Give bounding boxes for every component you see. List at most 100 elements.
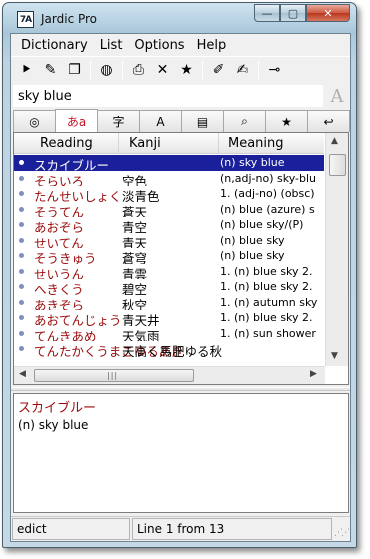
notes-icon[interactable]: ✐: [207, 59, 230, 81]
globe-icon[interactable]: ◍: [95, 59, 118, 81]
print-icon[interactable]: ⎙: [127, 59, 150, 81]
cell-meaning: 1. (adj-no) (obsc): [220, 187, 315, 200]
bullet-icon: [19, 222, 24, 227]
cell-meaning: (n,adj-no) sky-blu: [220, 171, 317, 185]
column-meaning[interactable]: Meaning: [228, 136, 284, 151]
minimize-button[interactable]: —: [254, 4, 280, 22]
bookmark-icon[interactable]: ⯈: [15, 59, 38, 81]
menu-list[interactable]: List: [94, 38, 129, 53]
splitter[interactable]: [11, 387, 350, 391]
column-reading[interactable]: Reading: [40, 136, 93, 151]
cell-reading: へきくう: [34, 282, 84, 295]
brush-icon[interactable]: ✎: [39, 59, 62, 81]
table-row[interactable]: たんせいしょく 淡青色 1. (adj-no) (obsc): [14, 186, 324, 202]
font-icon[interactable]: A: [327, 86, 347, 107]
toolbar-separator: [202, 60, 203, 79]
cell-reading: あきぞら: [34, 297, 85, 311]
cell-kanji: 青空: [122, 220, 148, 233]
menu-options[interactable]: Options: [128, 38, 190, 53]
delete-icon[interactable]: ✕: [151, 59, 174, 81]
table-row[interactable]: あおてんじょう 青天井 1. (n) blue sky 2.: [14, 310, 324, 326]
list-header: Reading Kanji Meaning: [14, 133, 324, 154]
table-row[interactable]: てんきあめ 天気雨 1. (n) sun shower: [14, 326, 324, 342]
status-position: Line 1 from 13: [132, 518, 332, 540]
bullet-icon: [19, 346, 24, 351]
tab-document[interactable]: ▤: [181, 110, 224, 132]
copy-icon[interactable]: ❐: [63, 59, 86, 81]
menu-dictionary[interactable]: Dictionary: [15, 38, 94, 53]
horizontal-scroll-thumb[interactable]: |||: [34, 369, 194, 382]
detail-pane: スカイブルー (n) sky blue: [13, 393, 349, 513]
status-dictionary: edict: [12, 518, 130, 540]
toolbar-separator: [90, 60, 91, 79]
cell-meaning: (n) blue sky/(P): [220, 218, 304, 231]
search-input[interactable]: sky blue: [13, 85, 323, 107]
edit-notes-icon[interactable]: ✍: [231, 59, 254, 81]
list-rows: スカイブルー (n) sky blue そらいろ 空色 (n,adj-no) sky-b…: [14, 155, 324, 357]
tab-font[interactable]: A: [139, 110, 182, 132]
bullet-icon: [19, 315, 24, 320]
bullet-icon: [19, 206, 24, 212]
pin-icon[interactable]: ⊸: [263, 59, 286, 81]
table-row[interactable]: せいてん 青天 (n) blue sky: [14, 233, 324, 249]
table-row[interactable]: あきぞら 秋空 1. (n) autumn sky: [14, 295, 324, 311]
cell-kanji: 碧空: [122, 282, 148, 295]
scroll-down-icon[interactable]: ▼: [331, 351, 338, 361]
bullet-icon: [19, 330, 24, 336]
app-icon[interactable]: 7A: [17, 11, 34, 28]
menu-help[interactable]: Help: [191, 38, 233, 53]
column-kanji[interactable]: Kanji: [129, 136, 161, 151]
table-row[interactable]: そうきゅう 蒼穹 (n) blue sky: [14, 248, 324, 264]
bullet-icon: [19, 191, 24, 196]
cell-reading: そうてん: [34, 204, 85, 218]
cell-meaning: 1. (n) blue sky 2.: [220, 280, 313, 293]
toolbar-separator: [258, 60, 259, 79]
vertical-scroll-thumb[interactable]: [329, 154, 346, 176]
tab-back[interactable]: ↩: [307, 110, 350, 132]
tab-search[interactable]: ⌕: [223, 110, 266, 132]
scroll-right-icon[interactable]: ▶: [310, 369, 317, 379]
scroll-up-icon[interactable]: ▲: [331, 136, 338, 146]
table-row[interactable]: そうてん 蒼天 (n) blue (azure) s: [14, 202, 324, 218]
menu-bar: Dictionary List Options Help: [11, 34, 350, 56]
tab-kanji[interactable]: 字: [97, 110, 140, 132]
table-row[interactable]: あおぞら 青空 (n) blue sky/(P): [14, 217, 324, 233]
close-button[interactable]: ✕: [306, 4, 350, 22]
cell-kanji: 空色: [122, 173, 148, 187]
column-divider[interactable]: [118, 133, 119, 154]
cell-reading: てんきあめ: [34, 328, 97, 342]
bullet-icon: [19, 175, 24, 181]
title-bar[interactable]: 7A Jardic Pro — ▢ ✕: [3, 3, 356, 33]
tab-chat[interactable]: ◎: [13, 110, 56, 132]
cell-meaning: 1. (n) blue sky 2.: [220, 264, 313, 278]
detail-reading: スカイブルー: [18, 401, 97, 416]
cell-reading: せいうん: [34, 266, 85, 280]
maximize-button[interactable]: ▢: [280, 4, 306, 22]
cell-kanji: 淡青色: [122, 189, 160, 202]
vertical-scrollbar[interactable]: ▲ ▼: [325, 133, 348, 366]
table-row[interactable]: せいうん 青雲 1. (n) blue sky 2.: [14, 264, 324, 280]
column-divider[interactable]: [218, 133, 219, 154]
cell-meaning: (n) blue sky: [220, 233, 285, 247]
table-row[interactable]: スカイブルー (n) sky blue: [14, 155, 324, 171]
star-icon[interactable]: ★: [175, 59, 198, 81]
tab-hiragana[interactable]: あa: [55, 109, 98, 132]
cell-reading: そらいろ: [34, 173, 85, 187]
cell-reading: あおぞら: [34, 220, 85, 233]
table-row[interactable]: てんたかくうまこゆるあき 天高く馬肥ゆる秋: [14, 341, 324, 357]
cell-meaning: 1. (n) blue sky 2.: [220, 311, 313, 324]
tab-bar: ◎ あa 字 A ▤ ⌕ ★ ↩: [13, 109, 350, 132]
status-bar: edict Line 1 from 13 ⋰⋰: [11, 516, 350, 540]
tab-favorites[interactable]: ★: [265, 110, 308, 132]
cell-kanji: 蒼天: [122, 204, 148, 218]
size-grip-icon[interactable]: ⋰⋰: [334, 528, 350, 538]
cell-reading: たんせいしょく: [34, 189, 122, 202]
cell-meaning: 1. (n) sun shower: [220, 326, 316, 340]
bullet-icon: [19, 160, 24, 165]
horizontal-scrollbar[interactable]: ◀ ||| ▶: [14, 366, 325, 384]
cell-reading: せいてん: [34, 235, 84, 249]
table-row[interactable]: へきくう 碧空 1. (n) blue sky 2.: [14, 279, 324, 295]
table-row[interactable]: そらいろ 空色 (n,adj-no) sky-blu: [14, 171, 324, 187]
cell-meaning: (n) blue sky: [220, 249, 285, 262]
scroll-left-icon[interactable]: ◀: [19, 369, 26, 379]
